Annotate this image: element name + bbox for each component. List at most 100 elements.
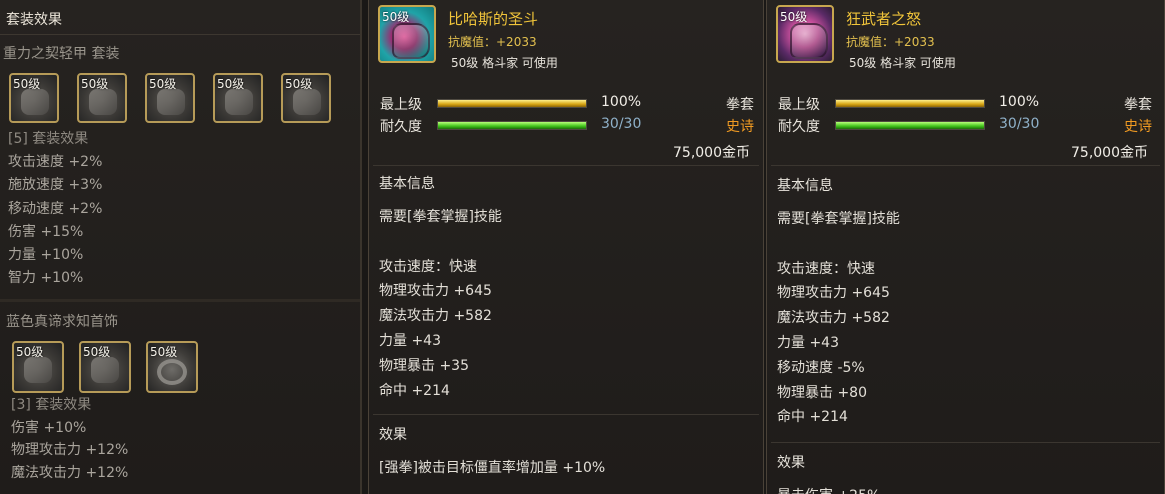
item-rarity: 史诗	[1124, 119, 1152, 135]
item-level: 50级	[81, 77, 109, 91]
set-effect-line: 物理攻击力 +12%	[11, 442, 129, 459]
info-line: 攻击速度：快速	[777, 260, 875, 277]
info-line: 移动速度 -5%	[777, 359, 865, 376]
effect-title: 效果	[379, 427, 407, 443]
armor-shoulder-icon[interactable]: 50级	[145, 73, 195, 123]
armor-belt-icon[interactable]: 50级	[213, 73, 263, 123]
usage-requirement: 50级 格斗家 可使用	[451, 56, 558, 70]
effect-title: 效果	[777, 455, 805, 471]
armor-pants-icon[interactable]: 50级	[77, 73, 127, 123]
durability-value: 30/30	[601, 116, 642, 132]
grade-bar-fill	[438, 100, 586, 107]
info-line: 需要[拳套掌握]技能	[777, 211, 900, 227]
set-effects-title: 套装效果	[6, 12, 62, 28]
item-tooltip: 50级 狂武者之怒 抗魔值：+2033 50级 格斗家 可使用 最上级 100%…	[766, 0, 1165, 494]
set-effect-line: 移动速度 +2%	[8, 200, 103, 217]
durability-label: 耐久度	[778, 119, 820, 135]
item-price: 75,000金币	[1071, 145, 1148, 161]
effect-list: [强拳]被击目标僵直率增加量 +10%	[379, 456, 605, 481]
item-level: 50级	[285, 77, 313, 91]
info-line	[777, 232, 900, 257]
set-effect-header: [3] 套装效果	[11, 397, 92, 413]
item-name: 比哈斯的圣斗	[448, 10, 539, 28]
divider	[0, 299, 360, 302]
armor-shoes-icon[interactable]: 50级	[281, 73, 331, 123]
grade-bar	[437, 99, 587, 108]
info-line: 魔法攻击力 +582	[777, 310, 890, 327]
grade-label: 最上级	[380, 97, 422, 113]
durability-bar-fill	[836, 122, 984, 129]
info-line: 物理暴击 +35	[379, 357, 469, 374]
set-effect-header: [5] 套装效果	[8, 131, 89, 147]
armor-coat-icon[interactable]: 50级	[9, 73, 59, 123]
set-item-slots: 50级 50级 50级	[12, 341, 213, 393]
item-level: 50级	[149, 77, 177, 91]
usage-requirement: 50级 格斗家 可使用	[849, 56, 956, 70]
item-type: 拳套	[1124, 97, 1152, 113]
set-effect-line: 魔法攻击力 +12%	[11, 464, 129, 481]
divider	[373, 165, 759, 166]
item-tooltip: 50级 比哈斯的圣斗 抗魔值：+2033 50级 格斗家 可使用 最上级 100…	[368, 0, 764, 494]
item-level: 50级	[150, 345, 178, 359]
info-line: 力量 +43	[379, 332, 441, 349]
grade-label: 最上级	[778, 97, 820, 113]
durability-row: 耐久度 30/30 史诗	[380, 116, 760, 136]
item-rarity: 史诗	[726, 119, 754, 135]
basic-info-title: 基本信息	[379, 176, 435, 192]
divider	[373, 414, 759, 415]
set-effects-panel: 套装效果 重力之契轻甲 套装 50级 50级 50级 50级 50级 [5] 套…	[0, 0, 362, 494]
info-line: 攻击速度：快速	[379, 258, 477, 275]
item-type: 拳套	[726, 97, 754, 113]
grade-value: 100%	[999, 94, 1040, 110]
set-effect-line: 力量 +10%	[8, 247, 84, 264]
item-price: 75,000金币	[673, 145, 750, 161]
effect-list: 暴击伤害 +25%	[777, 484, 880, 494]
basic-info-title: 基本信息	[777, 178, 833, 194]
gauntlet-icon: 50级	[776, 5, 834, 63]
set-name: 重力之契轻甲 套装	[3, 46, 120, 62]
bracelet-icon[interactable]: 50级	[12, 341, 64, 393]
item-name: 狂武者之怒	[846, 10, 922, 28]
grade-row: 最上级 100% 拳套	[380, 94, 760, 114]
item-level: 50级	[780, 10, 808, 24]
durability-row: 耐久度 30/30 史诗	[778, 116, 1163, 136]
magic-resist: 抗魔值：+2033	[846, 35, 935, 49]
divider	[771, 442, 1160, 443]
item-level: 50级	[217, 77, 245, 91]
grade-row: 最上级 100% 拳套	[778, 94, 1163, 114]
durability-bar-fill	[438, 122, 586, 129]
divider	[0, 34, 360, 35]
magic-resist: 抗魔值：+2033	[448, 35, 537, 49]
info-line: 力量 +43	[777, 334, 839, 351]
info-line: 命中 +214	[379, 382, 450, 399]
divider	[771, 165, 1160, 166]
set-item-slots: 50级 50级 50级 50级 50级	[9, 73, 349, 123]
set-effect-list: [5] 套装效果 攻击速度 +2% 施放速度 +3% 移动速度 +2% 伤害 +…	[8, 128, 102, 290]
set-effect-line: 伤害 +10%	[11, 419, 87, 436]
effect-line: 暴击伤害 +25%	[777, 484, 880, 494]
basic-info-list: 需要[拳套掌握]技能 攻击速度：快速 物理攻击力 +645 魔法攻击力 +582…	[379, 205, 502, 403]
info-line: 需要[拳套掌握]技能	[379, 209, 502, 225]
info-line: 魔法攻击力 +582	[379, 308, 492, 325]
item-level: 50级	[16, 345, 44, 359]
set-effect-line: 伤害 +15%	[8, 223, 84, 240]
durability-label: 耐久度	[380, 119, 422, 135]
item-level: 50级	[83, 345, 111, 359]
set-effect-list: [3] 套装效果 伤害 +10% 物理攻击力 +12% 魔法攻击力 +12%	[11, 394, 128, 484]
info-line: 物理攻击力 +645	[777, 285, 890, 302]
set-effect-line: 施放速度 +3%	[8, 177, 103, 194]
set-name: 蓝色真谛求知首饰	[6, 314, 118, 330]
info-line	[379, 230, 502, 255]
grade-value: 100%	[601, 94, 642, 110]
grade-bar-fill	[836, 100, 984, 107]
effect-line: [强拳]被击目标僵直率增加量 +10%	[379, 460, 606, 476]
basic-info-list: 需要[拳套掌握]技能 攻击速度：快速 物理攻击力 +645 魔法攻击力 +582…	[777, 207, 900, 430]
ring-icon[interactable]: 50级	[146, 341, 198, 393]
necklace-icon[interactable]: 50级	[79, 341, 131, 393]
gauntlet-icon: 50级	[378, 5, 436, 63]
set-effect-line: 智力 +10%	[8, 270, 84, 287]
info-line: 物理攻击力 +645	[379, 283, 492, 300]
info-line: 命中 +214	[777, 409, 848, 426]
item-level: 50级	[13, 77, 41, 91]
grade-bar	[835, 99, 985, 108]
